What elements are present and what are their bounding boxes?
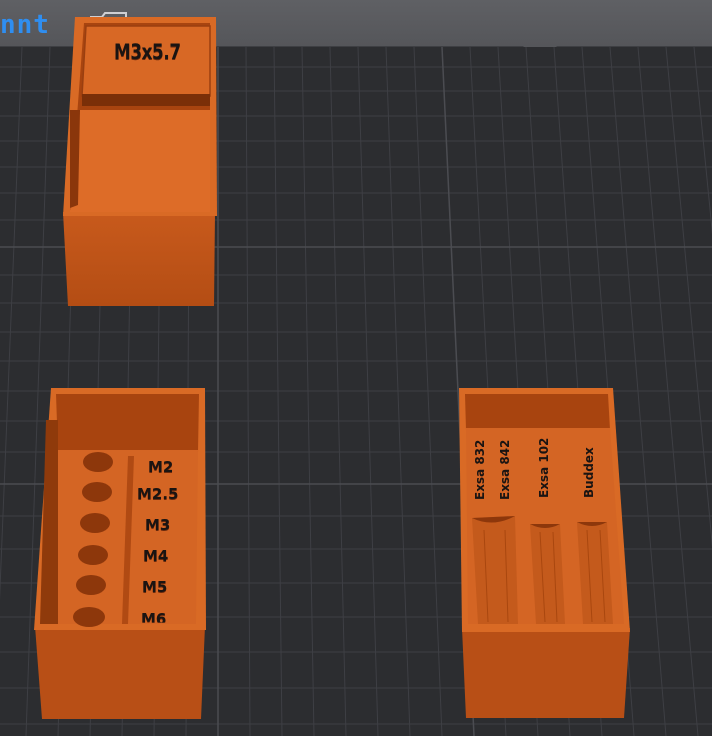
battery-label-exsa-832: Exsa 832 <box>473 439 487 500</box>
battery-label-buddex: Buddex <box>582 447 596 498</box>
model-box-batteries[interactable] <box>0 0 712 736</box>
battery-label-exsa-102: Exsa 102 <box>537 437 551 498</box>
battery-label-exsa-842: Exsa 842 <box>498 439 512 500</box>
